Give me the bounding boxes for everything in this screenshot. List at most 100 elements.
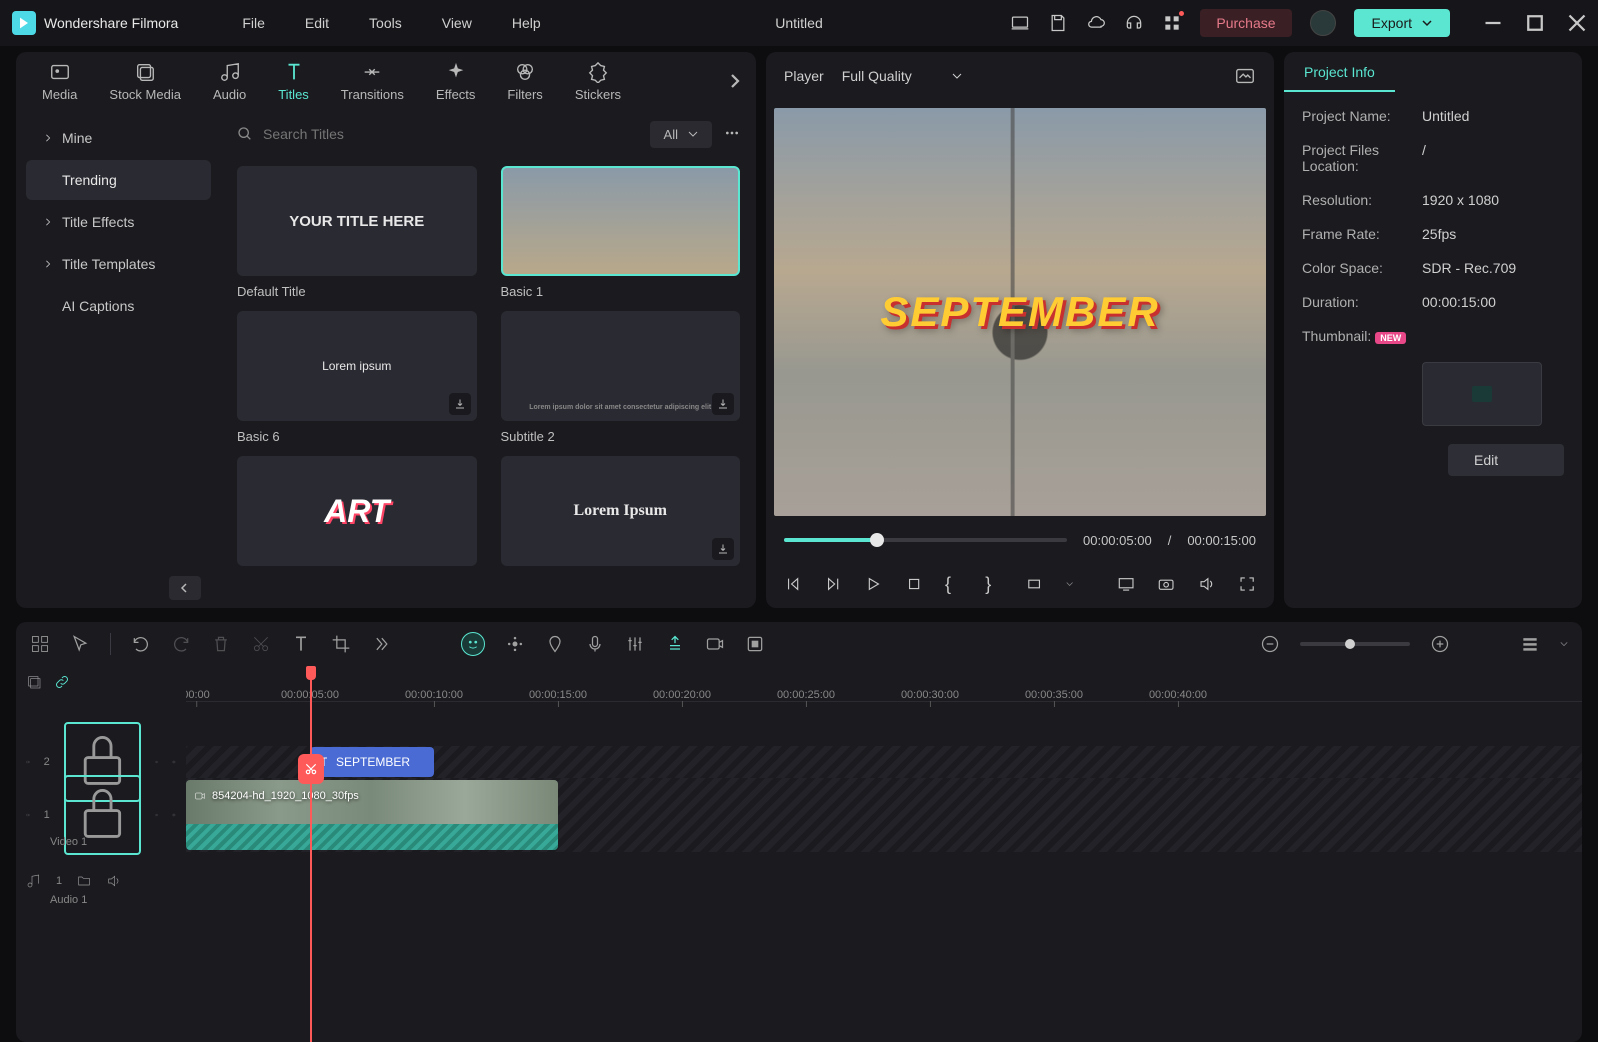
project-info-tab[interactable]: Project Info [1284,54,1395,92]
sidebar-item-ai-captions[interactable]: AI Captions [26,286,211,326]
search-titles[interactable] [237,126,638,142]
video-clip[interactable]: 854204-hd_1920_1080_30fps [186,780,558,850]
download-icon[interactable] [449,393,471,415]
download-icon[interactable] [712,393,734,415]
tab-stickers[interactable]: Stickers [561,55,635,108]
menu-help[interactable]: Help [496,9,557,37]
close-button[interactable] [1568,14,1586,32]
arrange-button[interactable] [30,634,50,654]
folder-icon[interactable] [76,873,92,889]
cloud-icon[interactable] [1086,13,1106,33]
render-button[interactable] [665,634,685,654]
visibility-icon[interactable] [172,754,176,770]
title-item-basic6[interactable]: Lorem ipsum Basic 6 [237,311,477,444]
tab-media[interactable]: Media [28,55,91,108]
sidebar-item-title-effects[interactable]: Title Effects [26,202,211,242]
sidebar-item-title-templates[interactable]: Title Templates [26,244,211,284]
playhead[interactable] [310,666,312,1042]
redo-button[interactable] [171,634,191,654]
sidebar-collapse[interactable] [169,576,201,600]
menu-edit[interactable]: Edit [289,9,345,37]
video-preview[interactable]: SEPTEMBER [774,108,1266,516]
voiceover-button[interactable] [585,634,605,654]
title-item-subtitle2[interactable]: Lorem ipsum dolor sit amet consectetur a… [501,311,741,444]
ratio-button[interactable] [1025,574,1043,594]
mark-in-button[interactable]: { [945,574,963,594]
crop-button[interactable] [331,634,351,654]
title-item-art[interactable]: ART [237,456,477,566]
menu-tools[interactable]: Tools [353,9,418,37]
text-button[interactable] [291,634,311,654]
support-icon[interactable] [1124,13,1144,33]
titles-sidebar: Mine Trending Title Effects Title Templa… [16,110,221,608]
purchase-button[interactable]: Purchase [1200,9,1291,37]
zoom-slider[interactable] [1300,642,1410,646]
chevron-down-icon[interactable] [1066,580,1073,588]
filter-dropdown[interactable]: All [650,121,712,148]
mute-icon[interactable] [155,754,159,770]
sidebar-item-mine[interactable]: Mine [26,118,211,158]
more-tools[interactable] [371,634,391,654]
cut-indicator[interactable] [298,754,324,784]
zoom-out-button[interactable] [1260,634,1280,654]
search-icon [237,126,253,142]
tab-effects[interactable]: Effects [422,55,490,108]
next-frame-button[interactable] [824,574,842,594]
mute-icon[interactable] [106,873,122,889]
device-icon[interactable] [1010,13,1030,33]
play-button[interactable] [864,574,882,594]
link-button[interactable] [54,674,70,690]
stop-button[interactable] [905,574,923,594]
record-button[interactable] [705,634,725,654]
search-input[interactable] [263,126,638,142]
more-options[interactable] [724,125,740,144]
apps-icon[interactable] [1162,13,1182,33]
menu-file[interactable]: File [226,9,281,37]
save-icon[interactable] [1048,13,1068,33]
timeline-tracks[interactable]: 00:00 00:00:05:00 00:00:10:00 00:00:15:0… [186,666,1582,1042]
snapshot-icon[interactable] [1234,65,1256,87]
select-tool[interactable] [70,634,90,654]
tab-filters[interactable]: Filters [493,55,556,108]
title-item-lorem[interactable]: Lorem Ipsum [501,456,741,566]
cut-button[interactable] [251,634,271,654]
mute-icon[interactable] [155,807,159,823]
tab-stock-media[interactable]: Stock Media [95,55,195,108]
edit-button[interactable]: Edit [1448,444,1564,476]
title-item-default[interactable]: YOUR TITLE HERE Default Title [237,166,477,299]
ai-button[interactable] [461,632,485,656]
tab-transitions[interactable]: Transitions [327,55,418,108]
user-avatar[interactable] [1310,10,1336,36]
sidebar-item-trending[interactable]: Trending [26,160,211,200]
export-button[interactable]: Export [1354,9,1450,37]
volume-button[interactable] [1198,574,1216,594]
tabs-scroll-right[interactable] [726,72,744,90]
fullscreen-button[interactable] [1238,574,1256,594]
thumbnail-preview[interactable] [1422,362,1542,426]
effects-button[interactable] [505,634,525,654]
adjust-button[interactable] [745,634,765,654]
camera-button[interactable] [1157,574,1175,594]
quality-dropdown[interactable]: Full Quality [842,68,962,84]
maximize-button[interactable] [1526,14,1544,32]
progress-bar[interactable] [784,538,1067,542]
title-item-basic1[interactable]: Basic 1 [501,166,741,299]
mixer-button[interactable] [625,634,645,654]
zoom-in-button[interactable] [1430,634,1450,654]
chevron-down-icon[interactable] [1560,640,1568,648]
visibility-icon[interactable] [172,807,176,823]
title-clip[interactable]: SEPTEMBER [310,747,434,777]
undo-button[interactable] [131,634,151,654]
download-icon[interactable] [712,538,734,560]
minimize-button[interactable] [1484,14,1502,32]
tab-titles[interactable]: Titles [264,55,323,108]
display-button[interactable] [1117,574,1135,594]
tab-audio[interactable]: Audio [199,55,260,108]
marker-button[interactable] [545,634,565,654]
delete-button[interactable] [211,634,231,654]
menu-view[interactable]: View [426,9,488,37]
timeline-ruler[interactable]: 00:00 00:00:05:00 00:00:10:00 00:00:15:0… [186,666,1582,702]
views-button[interactable] [1520,634,1540,654]
prev-frame-button[interactable] [784,574,802,594]
add-track-button[interactable] [26,674,42,690]
